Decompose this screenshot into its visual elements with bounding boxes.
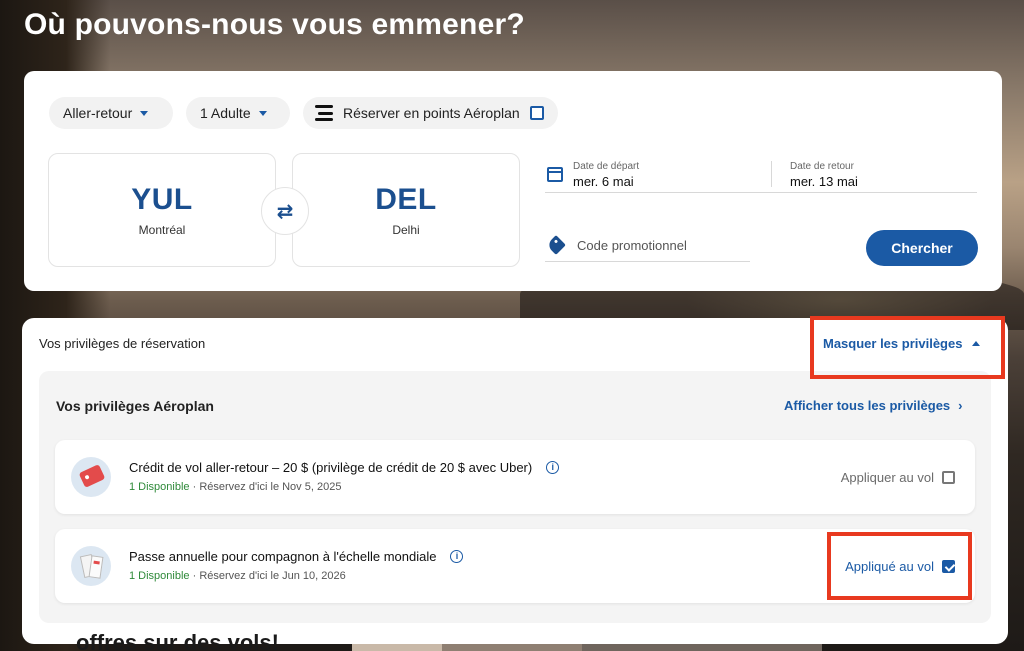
return-date[interactable]: Date de retour mer. 13 mai — [790, 161, 858, 189]
apply-to-flight-checkbox[interactable] — [942, 471, 955, 484]
tag-icon — [546, 235, 566, 255]
origin-city: Montréal — [138, 223, 186, 237]
offer-image — [352, 644, 442, 651]
apply-to-flight-label: Appliquer au vol — [840, 470, 934, 485]
origin-airport-field[interactable]: YUL Montréal — [48, 153, 276, 267]
chevron-down-icon — [140, 110, 149, 116]
aeroplan-points-checkbox[interactable] — [529, 106, 544, 120]
swap-icon: ⇄ — [276, 200, 294, 223]
aeroplan-privileges-title: Vos privilèges Aéroplan — [56, 398, 214, 414]
chevron-down-icon — [258, 110, 267, 116]
tag-icon — [71, 457, 111, 497]
trip-type-label: Aller-retour — [63, 105, 133, 121]
offer-image — [582, 644, 822, 651]
info-icon[interactable]: i — [546, 461, 560, 474]
return-date-value: mer. 13 mai — [790, 174, 858, 189]
apply-to-flight-toggle[interactable]: Appliquer au vol — [841, 470, 955, 485]
info-icon[interactable]: i — [450, 550, 464, 563]
passengers-select[interactable]: 1 Adulte — [186, 97, 290, 129]
privilege-card-flight-credit: Crédit de vol aller-retour – 20 $ (privi… — [55, 440, 975, 514]
destination-city: Delhi — [392, 223, 420, 237]
return-date-label: Date de retour — [790, 161, 854, 172]
destination-code: DEL — [375, 183, 437, 216]
privilege-name: Crédit de vol aller-retour – 20 $ (privi… — [129, 460, 560, 475]
promo-code-placeholder: Code promotionnel — [577, 237, 687, 253]
privileges-title: Vos privilèges de réservation — [39, 336, 206, 351]
aeroplan-logo-icon — [315, 105, 333, 121]
promo-code-field[interactable]: Code promotionnel — [545, 229, 750, 262]
aeroplan-points-toggle[interactable]: Réserver en points Aéroplan — [303, 97, 558, 129]
privilege-name-text: Passe annuelle pour compagnon à l'échell… — [129, 549, 437, 564]
trip-type-select[interactable]: Aller-retour — [49, 97, 173, 129]
aeroplan-points-label: Réserver en points Aéroplan — [343, 105, 520, 121]
availability-count: 1 Disponible — [129, 570, 190, 582]
availability-deadline: · Réservez d'ici le Jun 10, 2026 — [189, 570, 346, 582]
show-all-privileges-link[interactable]: Afficher tous les privilèges › — [784, 398, 963, 413]
departure-date[interactable]: Date de départ mer. 6 mai — [573, 161, 639, 189]
calendar-icon — [547, 167, 563, 182]
swap-airports-button[interactable]: ⇄ — [261, 187, 309, 235]
departure-date-label: Date de départ — [573, 161, 640, 172]
availability-deadline: · Réservez d'ici le Nov 5, 2025 — [189, 481, 342, 493]
page-title: Où pouvons-nous vous emmener? — [24, 8, 525, 41]
date-range-field[interactable]: Date de départ mer. 6 mai Date de retour… — [545, 155, 977, 193]
search-button[interactable]: Chercher — [866, 230, 978, 266]
offers-heading-partial: offres sur des vols! — [76, 630, 279, 651]
booking-privileges-panel: Vos privilèges de réservation Masquer le… — [22, 316, 1008, 644]
offer-image — [442, 644, 582, 651]
show-all-privileges-label: Afficher tous les privilèges — [784, 398, 951, 413]
passengers-label: 1 Adulte — [200, 105, 251, 121]
privilege-availability: 1 Disponible · Réservez d'ici le Jun 10,… — [129, 570, 346, 582]
chevron-right-icon: › — [958, 398, 963, 413]
availability-count: 1 Disponible — [129, 481, 190, 493]
ticket-icon — [71, 546, 111, 586]
privilege-name: Passe annuelle pour compagnon à l'échell… — [129, 549, 464, 564]
highlight-box-applied — [827, 532, 972, 600]
destination-airport-field[interactable]: DEL Delhi — [292, 153, 520, 267]
origin-code: YUL — [131, 183, 193, 216]
highlight-box-hide-privileges — [810, 316, 1005, 379]
date-divider — [771, 161, 772, 187]
privilege-name-text: Crédit de vol aller-retour – 20 $ (privi… — [129, 460, 533, 475]
flight-search-card: Aller-retour 1 Adulte Réserver en points… — [24, 71, 1002, 291]
departure-date-value: mer. 6 mai — [573, 174, 634, 189]
privilege-availability: 1 Disponible · Réservez d'ici le Nov 5, … — [129, 481, 341, 493]
